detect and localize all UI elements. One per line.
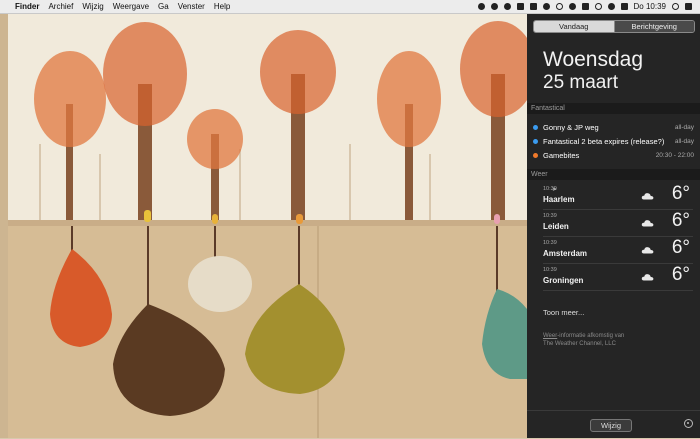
weather-time: 10:39 xyxy=(543,267,557,273)
weather-header: Weer xyxy=(527,169,700,180)
event-time: all-day xyxy=(674,124,694,131)
weather-row[interactable]: 10:39 Amsterdam 6° xyxy=(543,237,693,264)
wallpaper-illustration xyxy=(0,14,527,438)
event-time: all-day xyxy=(674,138,694,145)
menu-venster[interactable]: Venster xyxy=(178,2,205,11)
show-more-link[interactable]: Toon meer... xyxy=(543,308,584,317)
dropbox-icon[interactable] xyxy=(477,3,485,10)
message-icon[interactable] xyxy=(503,3,511,10)
notification-center-icon[interactable] xyxy=(685,3,692,10)
event-title: Gamebites xyxy=(543,151,580,160)
fantastical-header: Fantastical xyxy=(527,103,700,114)
weather-credit-line2: The Weather Channel, LLC xyxy=(543,341,616,347)
weather-row[interactable]: 10:39 Leiden 6° xyxy=(543,210,693,237)
sync-icon[interactable] xyxy=(555,3,563,10)
edit-button[interactable]: Wijzig xyxy=(590,419,632,432)
weather-city: Haarlem xyxy=(543,195,575,204)
weather-row[interactable]: 10:39 Groningen 6° xyxy=(543,264,693,291)
sound-icon[interactable] xyxy=(607,3,615,10)
bear-icon[interactable] xyxy=(490,3,498,10)
weather-time: 10:39 xyxy=(543,240,557,246)
calendar-event[interactable]: Gonny & JP weg all-day xyxy=(533,121,694,134)
menu-weergave[interactable]: Weergave xyxy=(113,2,149,11)
weather-city: Groningen xyxy=(543,276,584,285)
cloud-icon xyxy=(641,247,654,254)
battery-icon[interactable] xyxy=(620,3,628,10)
weather-credit-link[interactable]: Weer xyxy=(543,333,557,339)
weather-temp: 6° xyxy=(671,210,690,231)
weather-time: 10:39 xyxy=(543,213,557,219)
weather-temp: 6° xyxy=(671,183,690,204)
menubar-clock[interactable]: Do 10:39 xyxy=(634,2,666,11)
calendar-event[interactable]: Fantastical 2 beta expires (release?) al… xyxy=(533,135,694,148)
notification-center-footer: Wijzig xyxy=(527,410,700,439)
event-dot-icon xyxy=(533,153,538,158)
weather-row[interactable]: 10:39 ➤ Haarlem 6° xyxy=(543,183,693,210)
info-icon[interactable] xyxy=(568,3,576,10)
weather-credit: Weer-informatie afkomstig van The Weathe… xyxy=(543,332,624,348)
today-day: Woensdag xyxy=(543,48,644,71)
menu-finder[interactable]: Finder xyxy=(15,2,39,11)
menu-archief[interactable]: Archief xyxy=(48,2,73,11)
bluetooth-icon[interactable] xyxy=(581,3,589,10)
tab-vandaag[interactable]: Vandaag xyxy=(534,21,614,32)
weather-city: Amsterdam xyxy=(543,249,588,258)
weather-city: Leiden xyxy=(543,222,569,231)
cloud-icon xyxy=(641,220,654,227)
menu-wijzig[interactable]: Wijzig xyxy=(82,2,103,11)
menu-ga[interactable]: Ga xyxy=(158,2,169,11)
menu-bar: Finder Archief Wijzig Weergave Ga Venste… xyxy=(0,0,700,14)
location-arrow-icon: ➤ xyxy=(552,187,558,193)
search-icon[interactable] xyxy=(672,3,679,10)
event-dot-icon xyxy=(533,139,538,144)
event-dot-icon xyxy=(533,125,538,130)
tab-berichtgeving[interactable]: Berichtgeving xyxy=(613,21,694,32)
event-time: 20:30 - 22:00 xyxy=(655,152,694,159)
view-toggle: Vandaag Berichtgeving xyxy=(533,20,695,33)
notes-icon[interactable] xyxy=(516,3,524,10)
menu-help[interactable]: Help xyxy=(214,2,230,11)
box-icon[interactable] xyxy=(529,3,537,10)
event-title: Fantastical 2 beta expires (release?) xyxy=(543,137,665,146)
weather-temp: 6° xyxy=(671,264,690,285)
clock-icon[interactable] xyxy=(542,3,550,10)
weather-temp: 6° xyxy=(671,237,690,258)
wifi-icon[interactable] xyxy=(594,3,602,10)
event-title: Gonny & JP weg xyxy=(543,123,599,132)
desktop-wallpaper xyxy=(0,14,527,438)
today-date: 25 maart xyxy=(543,72,618,93)
gear-icon[interactable] xyxy=(684,419,693,428)
notification-center: Vandaag Berichtgeving Woensdag 25 maart … xyxy=(527,14,700,438)
cloud-icon xyxy=(641,193,654,200)
cloud-icon xyxy=(641,274,654,281)
calendar-event[interactable]: Gamebites 20:30 - 22:00 xyxy=(533,149,694,162)
weather-credit-line1: -informatie afkomstig van xyxy=(557,333,625,339)
